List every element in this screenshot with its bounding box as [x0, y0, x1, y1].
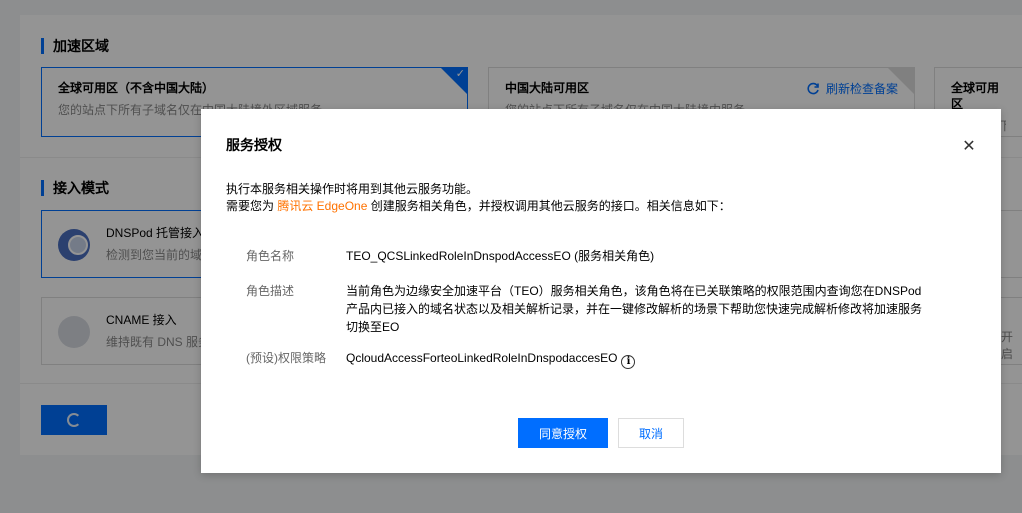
page: 加速区域 全球可用区（不含中国大陆） 您的站点下所有子域名仅在中国大陆境外区域服…	[0, 0, 1022, 513]
dialog-title: 服务授权	[226, 137, 282, 153]
policy-name: QcloudAccessForteoLinkedRoleInDnspodacce…	[346, 351, 618, 365]
info-label: (预设)权限策略	[246, 351, 326, 365]
intro-suffix: 创建服务相关角色，并授权调用其他云服务的接口。相关信息如下：	[367, 199, 731, 213]
info-value: TEO_QCSLinkedRoleInDnspodAccessEO (服务相关角…	[346, 249, 655, 263]
intro-prefix: 需要您为	[226, 199, 278, 213]
info-value: QcloudAccessForteoLinkedRoleInDnspodacce…	[346, 349, 926, 369]
cancel-button[interactable]: 取消	[618, 418, 684, 448]
info-row-policy: (预设)权限策略 QcloudAccessForteoLinkedRoleInD…	[246, 349, 946, 369]
info-row-role-name: 角色名称 TEO_QCSLinkedRoleInDnspodAccessEO (…	[246, 247, 946, 265]
agree-authorize-button[interactable]: 同意授权	[518, 418, 608, 448]
intro-line-1: 执行本服务相关操作时将用到其他云服务功能。	[226, 182, 479, 196]
intro-line-2: 需要您为 腾讯云 EdgeOne 创建服务相关角色，并授权调用其他云服务的接口。…	[226, 198, 986, 215]
product-link[interactable]: 腾讯云 EdgeOne	[277, 199, 367, 213]
info-row-role-desc: 角色描述 当前角色为边缘安全加速平台（TEO）服务相关角色，该角色将在已关联策略…	[246, 282, 946, 336]
info-label: 角色名称	[246, 249, 295, 263]
info-icon[interactable]: i	[621, 355, 636, 369]
info-label: 角色描述	[246, 284, 295, 298]
close-icon[interactable]: ✕	[961, 139, 977, 155]
info-value: 当前角色为边缘安全加速平台（TEO）服务相关角色，该角色将在已关联策略的权限范围…	[346, 284, 923, 334]
service-authorization-dialog: 服务授权 ✕ 执行本服务相关操作时将用到其他云服务功能。 需要您为 腾讯云 Ed…	[201, 109, 1001, 473]
dialog-intro: 执行本服务相关操作时将用到其他云服务功能。 需要您为 腾讯云 EdgeOne 创…	[226, 181, 986, 215]
